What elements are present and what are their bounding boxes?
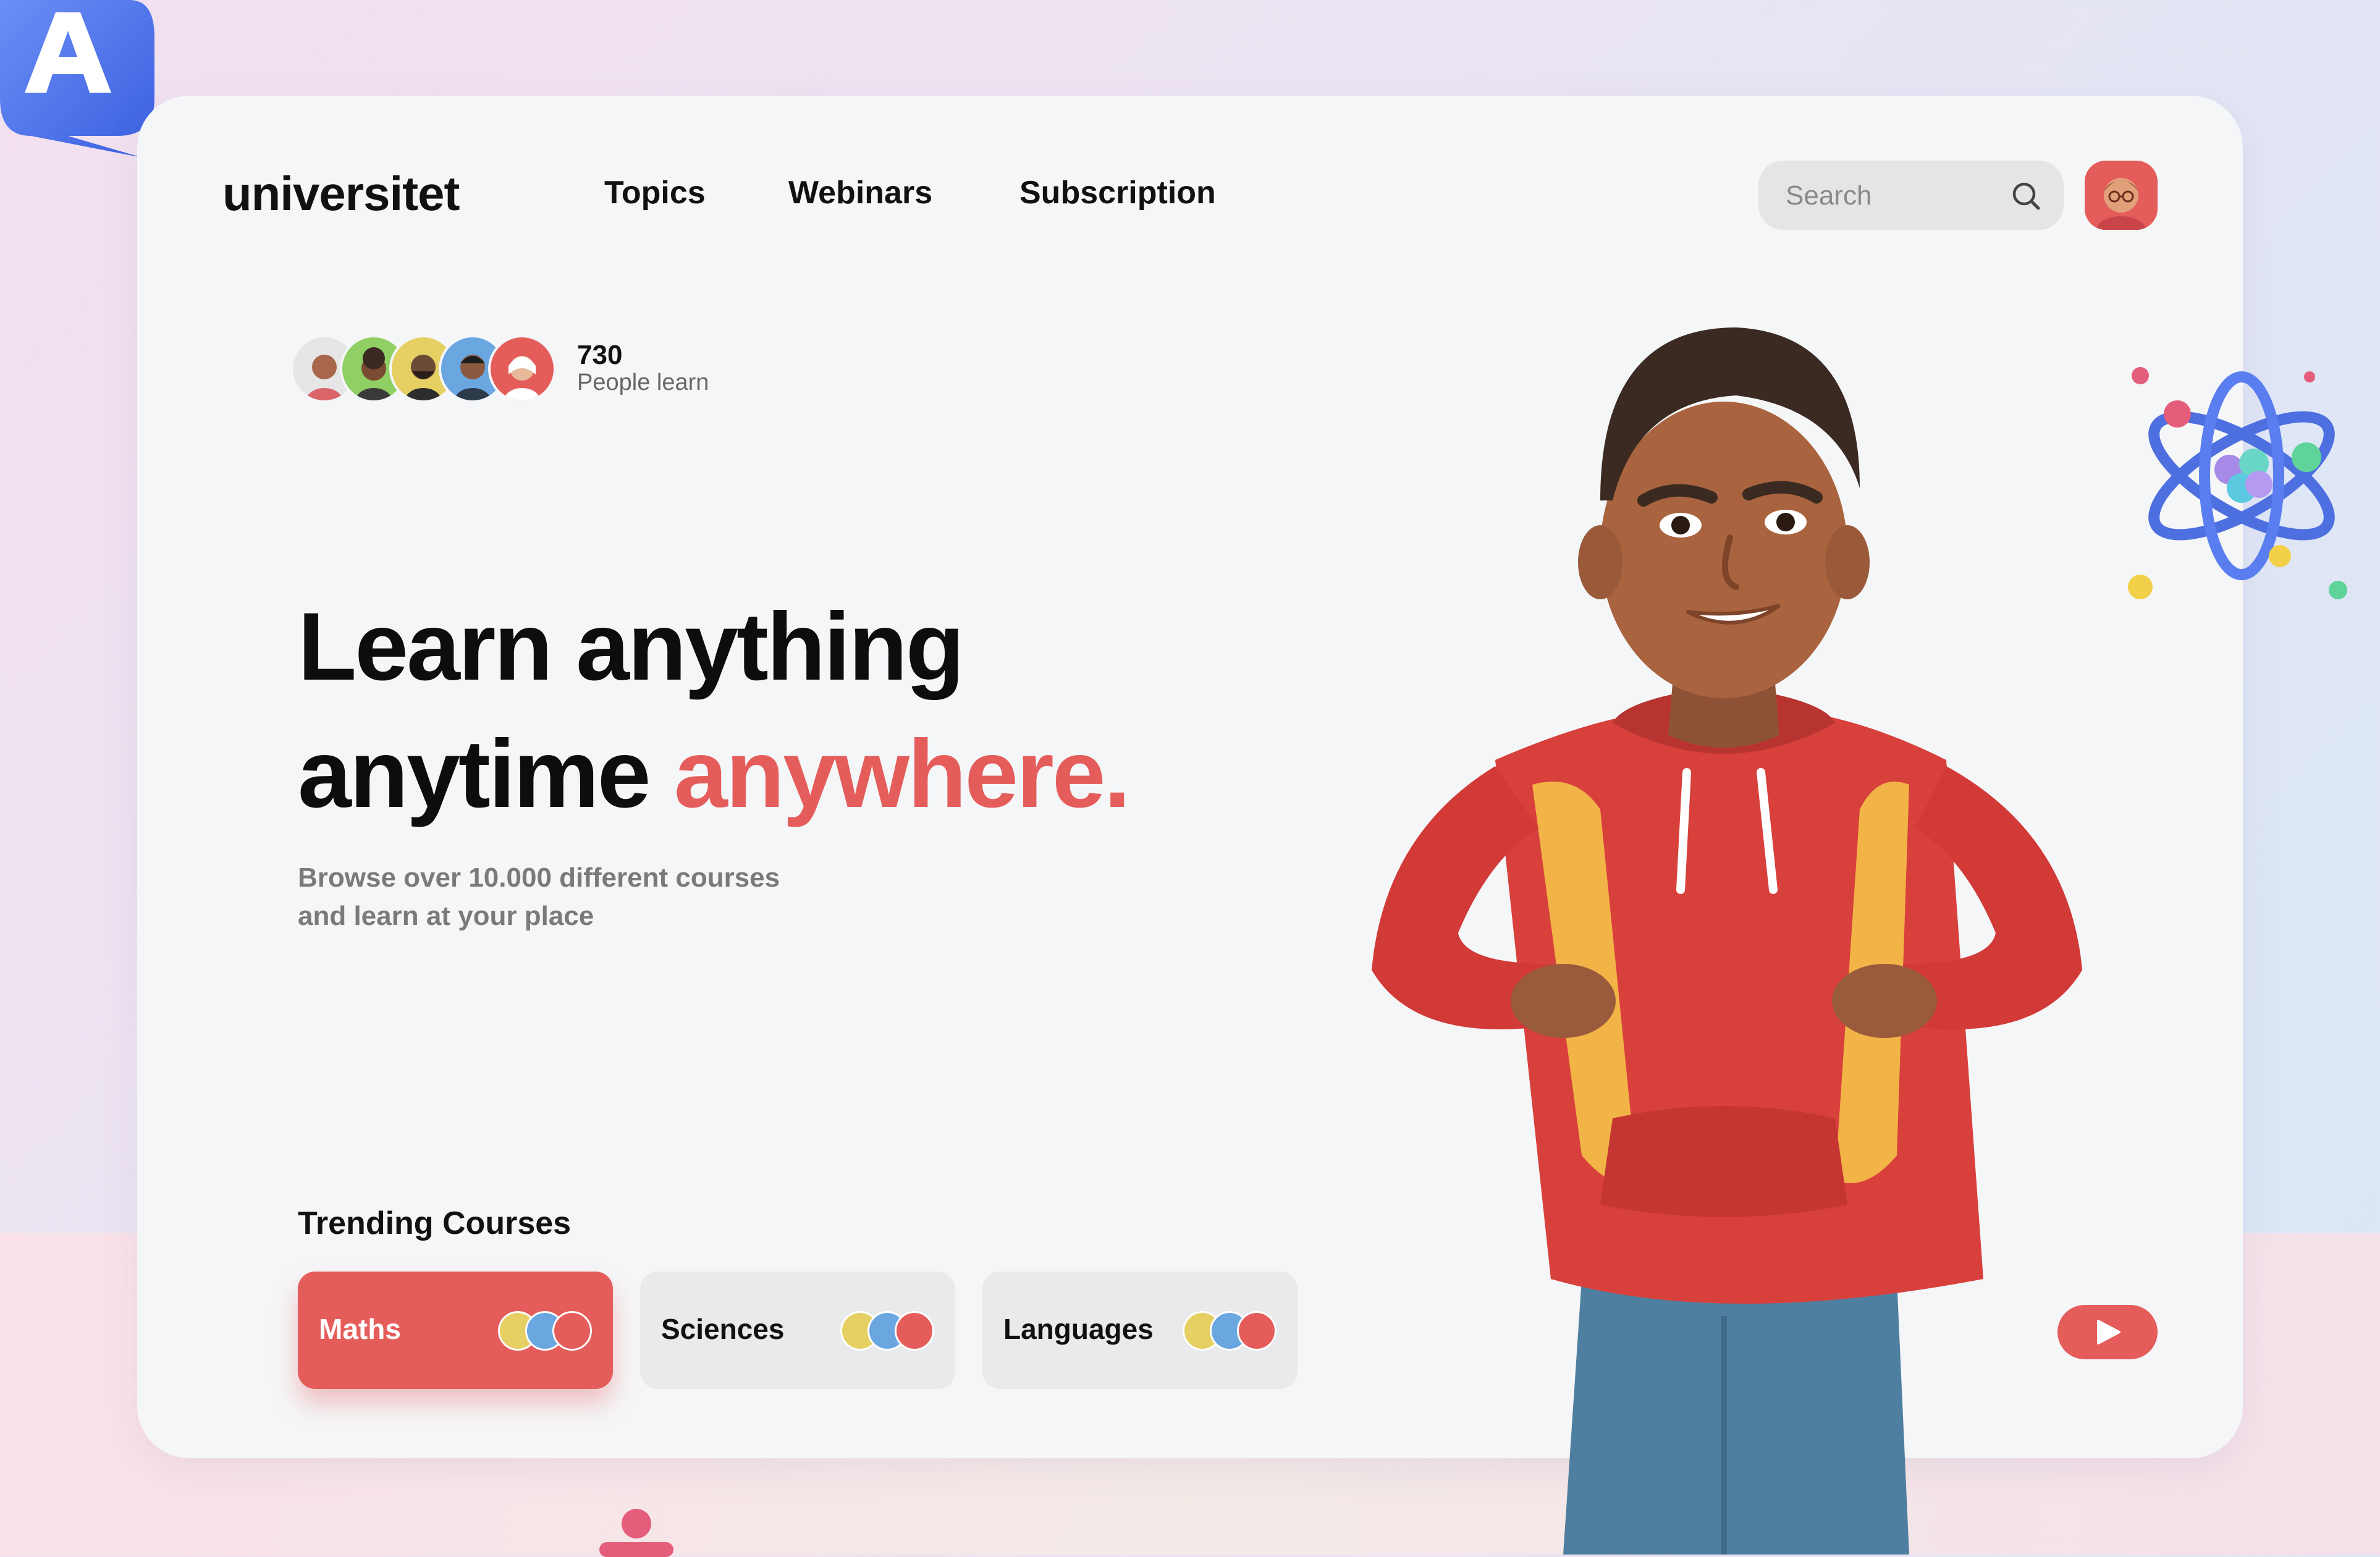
course-label: Maths bbox=[319, 1313, 401, 1345]
learners-count: 730 bbox=[577, 340, 623, 370]
nav-subscription[interactable]: Subscription bbox=[1019, 174, 1216, 211]
brand-logo[interactable]: universitet bbox=[222, 166, 460, 222]
user-avatar[interactable] bbox=[2085, 161, 2158, 230]
search-input[interactable] bbox=[1784, 161, 1997, 231]
course-learner-avatars bbox=[498, 1311, 592, 1351]
course-learner-avatars bbox=[840, 1311, 934, 1351]
learner-avatar bbox=[488, 335, 556, 403]
nav-topics[interactable]: Topics bbox=[604, 174, 706, 211]
hero-title-line1: Learn anything bbox=[298, 593, 964, 701]
course-card-maths[interactable]: Maths bbox=[298, 1272, 613, 1389]
nav-webinars[interactable]: Webinars bbox=[788, 174, 932, 211]
atom-icon bbox=[2128, 367, 2347, 599]
hero-subtitle-line1: Browse over 10.000 different courses bbox=[298, 863, 780, 893]
play-icon bbox=[2097, 1320, 2120, 1344]
student-character-illustration bbox=[1372, 327, 2082, 1555]
pin-decoration-icon bbox=[599, 1509, 673, 1557]
course-card-sciences[interactable]: Sciences bbox=[640, 1272, 955, 1389]
hero-title-accent: anywhere. bbox=[673, 720, 1131, 828]
hero-title-line2: anytime anywhere. bbox=[298, 719, 1131, 830]
course-learner-avatars bbox=[1183, 1311, 1277, 1351]
learners-label: People learn bbox=[577, 369, 709, 395]
course-label: Sciences bbox=[661, 1313, 785, 1345]
course-label: Languages bbox=[1003, 1313, 1154, 1345]
play-video-button[interactable] bbox=[2057, 1305, 2158, 1359]
hero-title-plain: anytime bbox=[298, 720, 674, 828]
trending-title: Trending Courses bbox=[298, 1205, 572, 1241]
course-card-languages[interactable]: Languages bbox=[982, 1272, 1298, 1389]
search-icon[interactable] bbox=[2009, 179, 2043, 213]
hero-subtitle-line2: and learn at your place bbox=[298, 901, 594, 931]
search-bar bbox=[1758, 161, 2064, 231]
